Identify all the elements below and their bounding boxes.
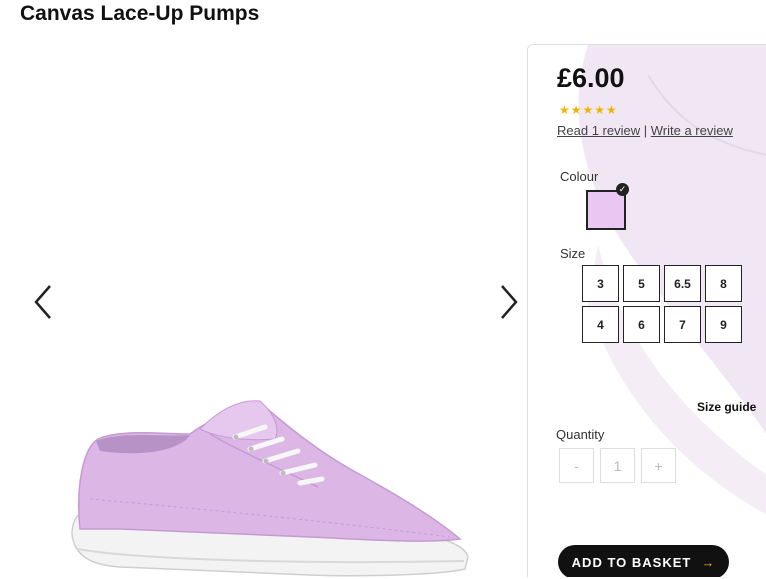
rating-stars-icon: ★★★★★	[559, 103, 618, 117]
read-reviews-link[interactable]: Read 1 review	[557, 123, 640, 138]
write-review-link[interactable]: Write a review	[651, 123, 733, 138]
size-option-5[interactable]: 5	[623, 265, 660, 302]
quantity-input[interactable]: 1	[600, 448, 635, 483]
product-image	[71, 400, 469, 577]
size-options: 3 5 6.5 8 4 6 7 9	[582, 265, 742, 343]
size-label: Size	[560, 246, 586, 261]
review-links: Read 1 review | Write a review	[557, 123, 733, 138]
arrow-right-icon: →	[701, 554, 716, 570]
chevron-right-icon[interactable]	[492, 282, 522, 322]
add-to-basket-button[interactable]: ADD TO BASKET →	[558, 545, 729, 577]
size-guide-link[interactable]: Size guide	[697, 400, 756, 414]
size-option-6[interactable]: 6	[623, 306, 660, 343]
size-option-6-5[interactable]: 6.5	[664, 265, 701, 302]
product-gallery	[0, 44, 540, 577]
product-price: £6.00	[557, 63, 625, 93]
product-details-panel: £6.00 ★★★★★ Read 1 review | Write a revi…	[527, 44, 766, 577]
size-option-7[interactable]: 7	[664, 306, 701, 343]
size-option-9[interactable]: 9	[705, 306, 742, 343]
size-option-4[interactable]: 4	[582, 306, 619, 343]
product-title: Canvas Lace-Up Pumps	[20, 2, 260, 25]
colour-label: Colour	[560, 169, 599, 184]
quantity-label: Quantity	[556, 427, 605, 442]
size-option-8[interactable]: 8	[705, 265, 742, 302]
chevron-left-icon[interactable]	[30, 282, 60, 322]
checkmark-icon: ✓	[616, 183, 629, 196]
quantity-decrement-button[interactable]: -	[559, 448, 594, 483]
review-link-separator: |	[643, 123, 648, 138]
quantity-stepper: - 1 +	[559, 448, 676, 483]
add-to-basket-label: ADD TO BASKET	[571, 554, 692, 570]
quantity-increment-button[interactable]: +	[641, 448, 676, 483]
colour-swatch-lilac[interactable]	[586, 190, 626, 230]
size-option-3[interactable]: 3	[582, 265, 619, 302]
